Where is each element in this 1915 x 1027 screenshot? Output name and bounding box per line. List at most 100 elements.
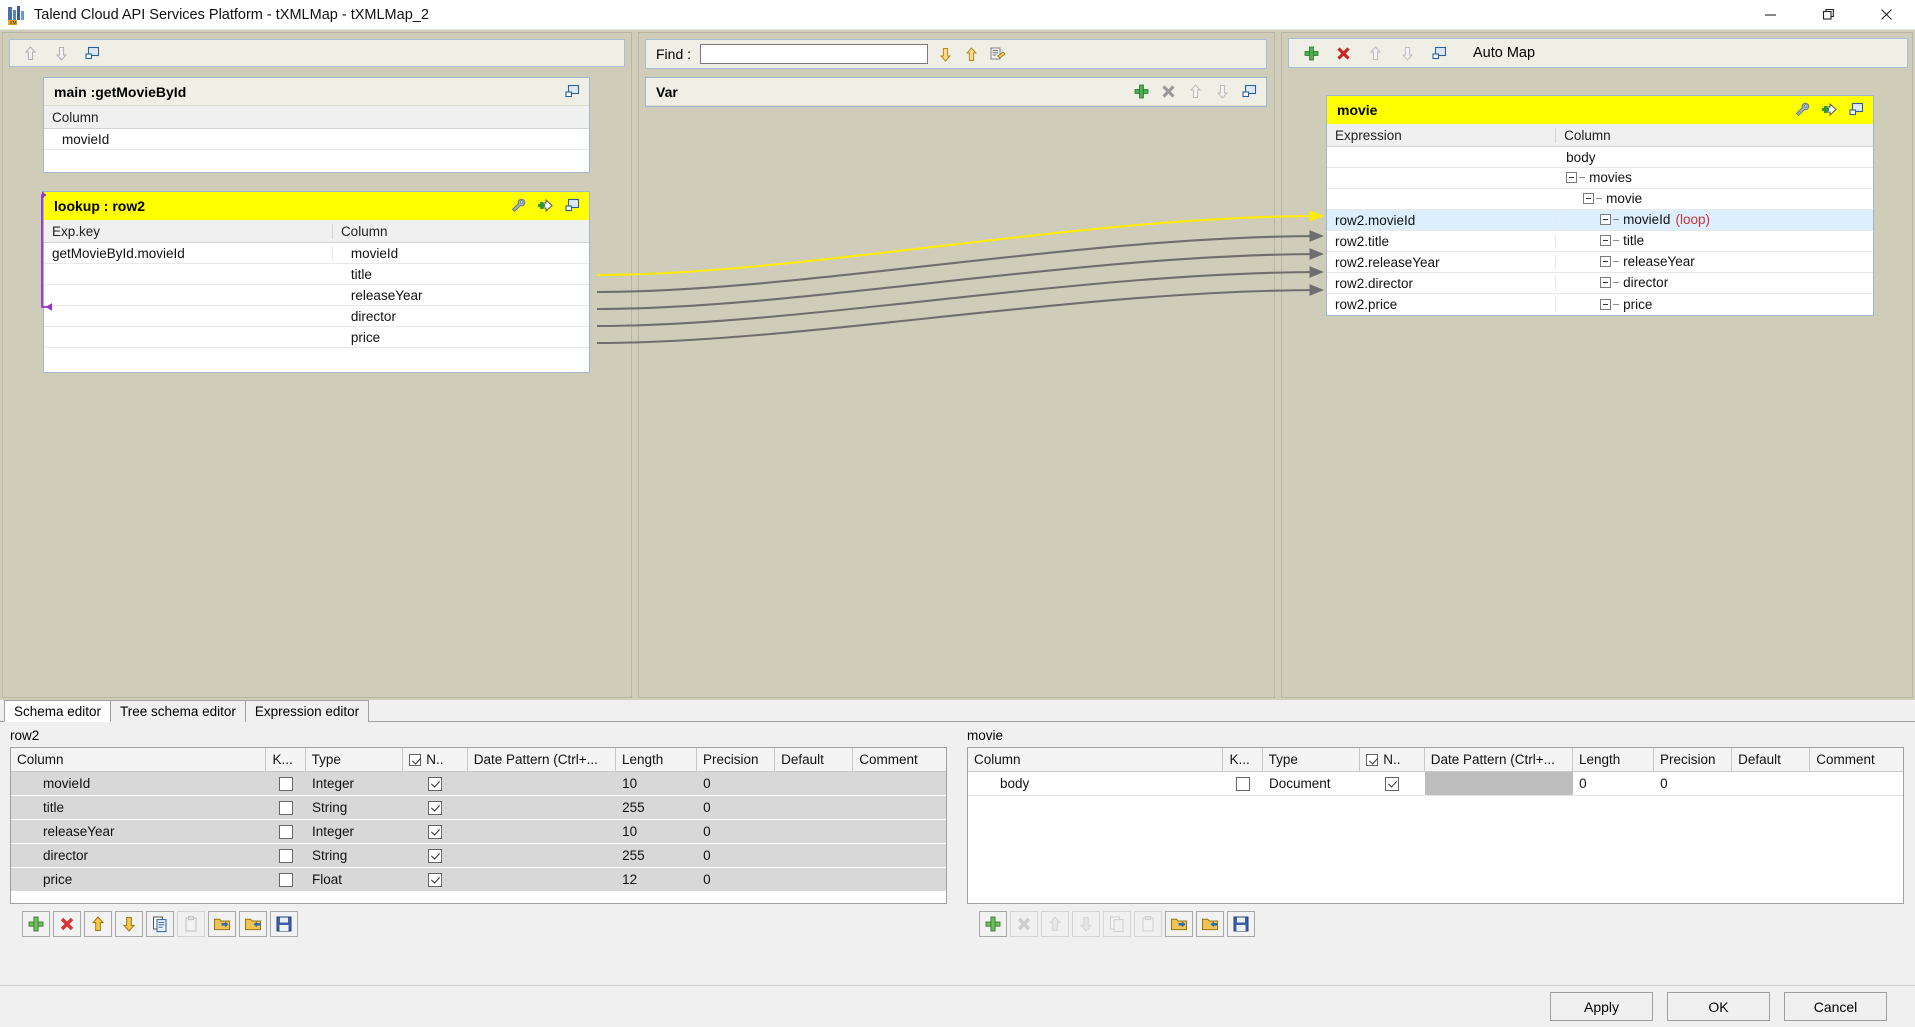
cell-nullable[interactable] xyxy=(404,796,468,819)
header-key[interactable]: K... xyxy=(266,748,306,771)
arrow-down-icon[interactable] xyxy=(53,45,70,62)
arrow-up-icon[interactable] xyxy=(1367,45,1384,62)
delete-column-button[interactable] xyxy=(53,911,81,937)
cell-key[interactable] xyxy=(267,796,306,819)
tree-collapse-icon[interactable] xyxy=(1600,277,1612,288)
paste-button[interactable] xyxy=(1134,911,1162,937)
table-row[interactable]: title String 255 0 xyxy=(11,796,946,820)
minimize-table-icon[interactable] xyxy=(1431,45,1448,62)
header-column[interactable]: Column xyxy=(968,748,1224,771)
cancel-button[interactable]: Cancel xyxy=(1784,992,1887,1021)
table-row[interactable] xyxy=(44,348,589,372)
table-row[interactable]: price xyxy=(44,327,589,348)
cell-nullable[interactable] xyxy=(404,844,468,867)
tab-tree-schema-editor[interactable]: Tree schema editor xyxy=(110,700,246,722)
header-comment[interactable]: Comment xyxy=(1810,748,1903,771)
move-up-button[interactable] xyxy=(84,911,112,937)
key-checkbox[interactable] xyxy=(279,848,293,863)
table-row[interactable]: row2.price price xyxy=(1327,294,1873,315)
cell-expression[interactable]: row2.releaseYear xyxy=(1327,254,1557,270)
table-row[interactable] xyxy=(44,150,589,172)
import-schema-button[interactable] xyxy=(1165,911,1193,937)
nullable-checkbox[interactable] xyxy=(428,872,443,887)
delete-icon[interactable] xyxy=(1335,45,1352,62)
minimize-table-icon[interactable] xyxy=(1241,83,1258,100)
table-row[interactable]: body Document 0 0 xyxy=(968,772,1903,796)
cell-nullable[interactable] xyxy=(404,820,468,843)
table-row[interactable]: movies xyxy=(1327,168,1873,189)
minimize-button[interactable] xyxy=(1741,0,1799,30)
header-date-pattern[interactable]: Date Pattern (Ctrl+... xyxy=(1425,748,1573,771)
header-type[interactable]: Type xyxy=(1263,748,1361,771)
key-checkbox[interactable] xyxy=(1236,776,1250,791)
search-input[interactable] xyxy=(700,44,929,64)
cell-key[interactable] xyxy=(267,868,306,891)
cell-key[interactable] xyxy=(1224,772,1263,795)
tree-collapse-icon[interactable] xyxy=(1600,256,1612,267)
nullable-select-all-checkbox[interactable] xyxy=(1366,753,1379,766)
header-date-pattern[interactable]: Date Pattern (Ctrl+... xyxy=(468,748,616,771)
key-checkbox[interactable] xyxy=(279,776,293,791)
move-up-button[interactable] xyxy=(1041,911,1069,937)
table-row[interactable]: movieId xyxy=(44,129,589,150)
nullable-checkbox[interactable] xyxy=(428,776,443,791)
ok-button[interactable]: OK xyxy=(1667,992,1770,1021)
tree-collapse-icon[interactable] xyxy=(1600,214,1612,225)
output-table-header[interactable]: movie xyxy=(1327,96,1873,124)
table-row[interactable]: director String 255 0 xyxy=(11,844,946,868)
apply-button[interactable]: Apply xyxy=(1550,992,1653,1021)
paste-button[interactable] xyxy=(177,911,205,937)
add-icon[interactable] xyxy=(1303,45,1320,62)
cell-expression[interactable]: row2.title xyxy=(1327,233,1557,249)
nullable-select-all-checkbox[interactable] xyxy=(409,753,422,766)
nullable-checkbox[interactable] xyxy=(428,824,443,839)
header-column[interactable]: Column xyxy=(11,748,267,771)
table-row[interactable]: price Float 12 0 xyxy=(11,868,946,892)
table-row[interactable]: body xyxy=(1327,147,1873,168)
table-row[interactable]: row2.movieId movieId (loop) xyxy=(1327,210,1873,231)
tree-collapse-icon[interactable] xyxy=(1583,193,1595,204)
table-row[interactable]: releaseYear xyxy=(44,285,589,306)
arrow-down-icon[interactable] xyxy=(937,46,954,63)
key-checkbox[interactable] xyxy=(279,872,293,887)
copy-button[interactable] xyxy=(146,911,174,937)
cell-key[interactable] xyxy=(267,820,306,843)
table-row[interactable]: director xyxy=(44,306,589,327)
table-row[interactable]: releaseYear Integer 10 0 xyxy=(11,820,946,844)
wrench-icon[interactable] xyxy=(1794,101,1811,118)
header-type[interactable]: Type xyxy=(306,748,404,771)
export-schema-button[interactable] xyxy=(1196,911,1224,937)
nullable-checkbox[interactable] xyxy=(1385,776,1400,791)
add-filter-icon[interactable] xyxy=(1821,101,1838,118)
main-table-header[interactable]: main :getMovieById xyxy=(44,78,589,106)
lookup-table-header[interactable]: lookup : row2 xyxy=(44,192,589,220)
header-nullable[interactable]: N.. xyxy=(1360,748,1425,771)
cell-expression[interactable]: row2.movieId xyxy=(1327,212,1557,228)
move-down-button[interactable] xyxy=(115,911,143,937)
minimize-table-icon[interactable] xyxy=(1848,101,1865,118)
table-row[interactable]: row2.releaseYear releaseYear xyxy=(1327,252,1873,273)
header-length[interactable]: Length xyxy=(1573,748,1655,771)
header-comment[interactable]: Comment xyxy=(853,748,946,771)
table-row[interactable]: row2.title title xyxy=(1327,231,1873,252)
cell-nullable[interactable] xyxy=(404,868,468,891)
cell-expression[interactable]: row2.price xyxy=(1327,297,1557,312)
minimize-table-icon[interactable] xyxy=(564,83,581,100)
export-schema-button[interactable] xyxy=(239,911,267,937)
arrow-down-icon[interactable] xyxy=(1399,45,1416,62)
close-button[interactable] xyxy=(1857,0,1915,30)
add-icon[interactable] xyxy=(1133,83,1150,100)
table-row[interactable]: title xyxy=(44,264,589,285)
add-filter-icon[interactable] xyxy=(537,197,554,214)
var-table-header[interactable]: Var xyxy=(646,78,1266,106)
table-row[interactable]: movieId Integer 10 0 xyxy=(11,772,946,796)
header-default[interactable]: Default xyxy=(1732,748,1811,771)
delete-column-button[interactable] xyxy=(1010,911,1038,937)
table-row[interactable]: movie xyxy=(1327,189,1873,210)
header-length[interactable]: Length xyxy=(616,748,698,771)
key-checkbox[interactable] xyxy=(279,824,293,839)
header-precision[interactable]: Precision xyxy=(1654,748,1733,771)
copy-button[interactable] xyxy=(1103,911,1131,937)
arrow-up-icon[interactable] xyxy=(1187,83,1204,100)
save-icon[interactable] xyxy=(270,911,298,937)
